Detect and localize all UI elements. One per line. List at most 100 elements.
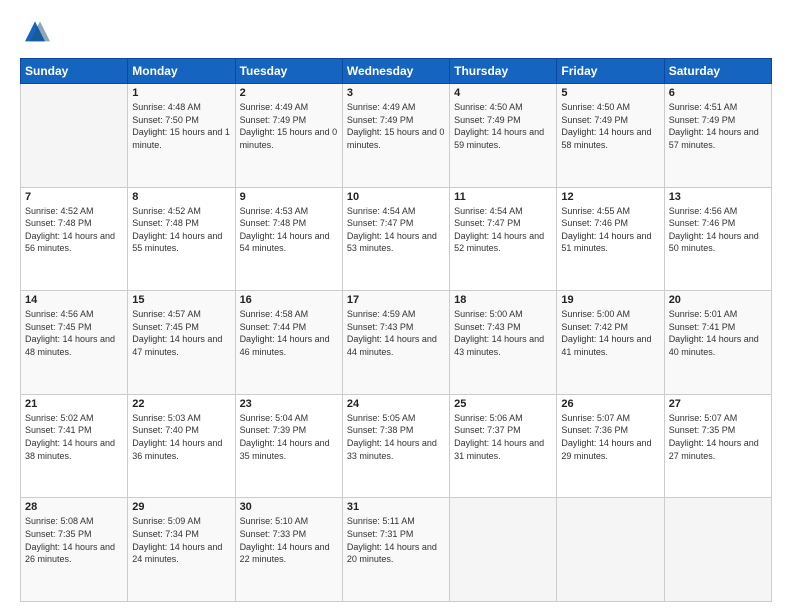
day-number: 20: [669, 294, 767, 306]
week-row-2: 7 Sunrise: 4:52 AMSunset: 7:48 PMDaylight…: [21, 187, 772, 291]
day-number: 16: [240, 294, 338, 306]
calendar-cell: 30Sunrise: 5:10 AMSunset: 7:33 PMDayligh…: [235, 498, 342, 602]
calendar-cell: [450, 498, 557, 602]
header: [20, 18, 772, 48]
day-number: 31: [347, 501, 445, 513]
calendar-cell: 28 Sunrise: 5:08 AMSunset: 7:35 PMDayligh…: [21, 498, 128, 602]
weekday-header-wednesday: Wednesday: [342, 59, 449, 84]
day-number: 29: [132, 501, 230, 513]
day-number: 25: [454, 398, 552, 410]
day-number: 26: [561, 398, 659, 410]
calendar-cell: 11Sunrise: 4:54 AMSunset: 7:47 PMDayligh…: [450, 187, 557, 291]
day-info: Sunrise: 4:58 AMSunset: 7:44 PMDaylight:…: [240, 308, 338, 358]
day-info: Sunrise: 5:07 AMSunset: 7:35 PMDaylight:…: [669, 412, 767, 462]
calendar-cell: 7 Sunrise: 4:52 AMSunset: 7:48 PMDaylight…: [21, 187, 128, 291]
day-number: 13: [669, 191, 767, 203]
day-number: 18: [454, 294, 552, 306]
day-info: Sunrise: 4:53 AMSunset: 7:48 PMDaylight:…: [240, 205, 338, 255]
day-number: 12: [561, 191, 659, 203]
day-info: Sunrise: 5:08 AMSunset: 7:35 PMDaylight:…: [25, 515, 123, 565]
calendar-cell: 8 Sunrise: 4:52 AMSunset: 7:48 PMDaylight…: [128, 187, 235, 291]
day-info: Sunrise: 4:55 AMSunset: 7:46 PMDaylight:…: [561, 205, 659, 255]
day-number: 2: [240, 87, 338, 99]
day-number: 14: [25, 294, 123, 306]
calendar-cell: 16 Sunrise: 4:58 AMSunset: 7:44 PMDayligh…: [235, 291, 342, 395]
day-number: 7: [25, 191, 123, 203]
calendar-cell: 2 Sunrise: 4:49 AMSunset: 7:49 PMDaylight…: [235, 84, 342, 188]
week-row-4: 21 Sunrise: 5:02 AMSunset: 7:41 PMDayligh…: [21, 394, 772, 498]
calendar-cell: 13 Sunrise: 4:56 AMSunset: 7:46 PMDayligh…: [664, 187, 771, 291]
calendar-cell: 18 Sunrise: 5:00 AMSunset: 7:43 PMDayligh…: [450, 291, 557, 395]
calendar-cell: 17Sunrise: 4:59 AMSunset: 7:43 PMDayligh…: [342, 291, 449, 395]
day-info: Sunrise: 4:52 AMSunset: 7:48 PMDaylight:…: [132, 205, 230, 255]
weekday-header-friday: Friday: [557, 59, 664, 84]
day-number: 15: [132, 294, 230, 306]
weekday-header-saturday: Saturday: [664, 59, 771, 84]
day-number: 27: [669, 398, 767, 410]
day-info: Sunrise: 5:02 AMSunset: 7:41 PMDaylight:…: [25, 412, 123, 462]
day-number: 1: [132, 87, 230, 99]
calendar-cell: 5Sunrise: 4:50 AMSunset: 7:49 PMDaylight…: [557, 84, 664, 188]
day-info: Sunrise: 4:54 AMSunset: 7:47 PMDaylight:…: [454, 205, 552, 255]
day-info: Sunrise: 5:09 AMSunset: 7:34 PMDaylight:…: [132, 515, 230, 565]
weekday-header-sunday: Sunday: [21, 59, 128, 84]
day-info: Sunrise: 4:48 AMSunset: 7:50 PMDaylight:…: [132, 101, 230, 151]
day-number: 21: [25, 398, 123, 410]
day-info: Sunrise: 5:00 AMSunset: 7:42 PMDaylight:…: [561, 308, 659, 358]
day-info: Sunrise: 5:06 AMSunset: 7:37 PMDaylight:…: [454, 412, 552, 462]
day-info: Sunrise: 4:52 AMSunset: 7:48 PMDaylight:…: [25, 205, 123, 255]
calendar-cell: 15 Sunrise: 4:57 AMSunset: 7:45 PMDayligh…: [128, 291, 235, 395]
calendar-cell: [664, 498, 771, 602]
week-row-3: 14 Sunrise: 4:56 AMSunset: 7:45 PMDayligh…: [21, 291, 772, 395]
calendar-cell: 10Sunrise: 4:54 AMSunset: 7:47 PMDayligh…: [342, 187, 449, 291]
day-number: 8: [132, 191, 230, 203]
calendar-cell: 9 Sunrise: 4:53 AMSunset: 7:48 PMDaylight…: [235, 187, 342, 291]
week-row-1: 1 Sunrise: 4:48 AMSunset: 7:50 PMDaylight…: [21, 84, 772, 188]
calendar-cell: 6Sunrise: 4:51 AMSunset: 7:49 PMDaylight…: [664, 84, 771, 188]
day-number: 23: [240, 398, 338, 410]
week-row-5: 28 Sunrise: 5:08 AMSunset: 7:35 PMDayligh…: [21, 498, 772, 602]
day-info: Sunrise: 4:49 AMSunset: 7:49 PMDaylight:…: [240, 101, 338, 151]
day-info: Sunrise: 5:04 AMSunset: 7:39 PMDaylight:…: [240, 412, 338, 462]
calendar-cell: 21 Sunrise: 5:02 AMSunset: 7:41 PMDayligh…: [21, 394, 128, 498]
day-info: Sunrise: 5:03 AMSunset: 7:40 PMDaylight:…: [132, 412, 230, 462]
day-info: Sunrise: 4:50 AMSunset: 7:49 PMDaylight:…: [454, 101, 552, 151]
day-number: 28: [25, 501, 123, 513]
day-info: Sunrise: 4:50 AMSunset: 7:49 PMDaylight:…: [561, 101, 659, 151]
day-number: 9: [240, 191, 338, 203]
day-info: Sunrise: 5:07 AMSunset: 7:36 PMDaylight:…: [561, 412, 659, 462]
calendar-cell: 3Sunrise: 4:49 AMSunset: 7:49 PMDaylight…: [342, 84, 449, 188]
day-info: Sunrise: 5:00 AMSunset: 7:43 PMDaylight:…: [454, 308, 552, 358]
day-info: Sunrise: 5:11 AMSunset: 7:31 PMDaylight:…: [347, 515, 445, 565]
day-info: Sunrise: 4:54 AMSunset: 7:47 PMDaylight:…: [347, 205, 445, 255]
day-info: Sunrise: 4:57 AMSunset: 7:45 PMDaylight:…: [132, 308, 230, 358]
calendar-cell: 1 Sunrise: 4:48 AMSunset: 7:50 PMDaylight…: [128, 84, 235, 188]
logo: [20, 18, 54, 48]
calendar-cell: [557, 498, 664, 602]
calendar-cell: 24 Sunrise: 5:05 AMSunset: 7:38 PMDayligh…: [342, 394, 449, 498]
calendar: SundayMondayTuesdayWednesdayThursdayFrid…: [20, 58, 772, 602]
calendar-cell: 25 Sunrise: 5:06 AMSunset: 7:37 PMDayligh…: [450, 394, 557, 498]
weekday-header-tuesday: Tuesday: [235, 59, 342, 84]
calendar-cell: 23 Sunrise: 5:04 AMSunset: 7:39 PMDayligh…: [235, 394, 342, 498]
weekday-header-monday: Monday: [128, 59, 235, 84]
weekday-header-row: SundayMondayTuesdayWednesdayThursdayFrid…: [21, 59, 772, 84]
weekday-header-thursday: Thursday: [450, 59, 557, 84]
calendar-cell: 31 Sunrise: 5:11 AMSunset: 7:31 PMDayligh…: [342, 498, 449, 602]
day-number: 24: [347, 398, 445, 410]
calendar-cell: 29 Sunrise: 5:09 AMSunset: 7:34 PMDayligh…: [128, 498, 235, 602]
calendar-cell: 4Sunrise: 4:50 AMSunset: 7:49 PMDaylight…: [450, 84, 557, 188]
logo-icon: [20, 18, 50, 48]
day-info: Sunrise: 5:10 AMSunset: 7:33 PMDaylight:…: [240, 515, 338, 565]
day-info: Sunrise: 4:56 AMSunset: 7:45 PMDaylight:…: [25, 308, 123, 358]
day-number: 6: [669, 87, 767, 99]
calendar-cell: 12 Sunrise: 4:55 AMSunset: 7:46 PMDayligh…: [557, 187, 664, 291]
day-info: Sunrise: 4:56 AMSunset: 7:46 PMDaylight:…: [669, 205, 767, 255]
calendar-cell: 22 Sunrise: 5:03 AMSunset: 7:40 PMDayligh…: [128, 394, 235, 498]
calendar-cell: [21, 84, 128, 188]
day-info: Sunrise: 5:05 AMSunset: 7:38 PMDaylight:…: [347, 412, 445, 462]
day-number: 22: [132, 398, 230, 410]
day-number: 17: [347, 294, 445, 306]
page: SundayMondayTuesdayWednesdayThursdayFrid…: [0, 0, 792, 612]
day-info: Sunrise: 5:01 AMSunset: 7:41 PMDaylight:…: [669, 308, 767, 358]
